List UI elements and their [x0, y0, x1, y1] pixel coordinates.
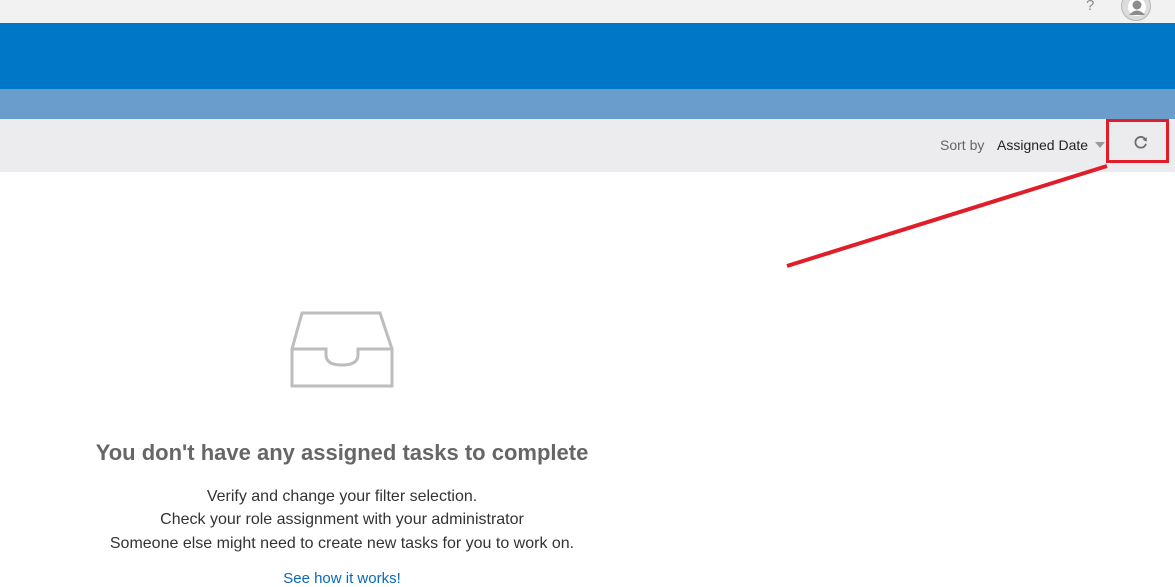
empty-state-hint: Check your role assignment with your adm… — [160, 511, 524, 528]
empty-state-title: You don't have any assigned tasks to com… — [95, 440, 589, 465]
empty-state-hint: Someone else might need to create new ta… — [109, 535, 575, 552]
inbox-tray-icon — [288, 309, 398, 396]
empty-state-hint: Verify and change your filter selection. — [206, 488, 478, 505]
